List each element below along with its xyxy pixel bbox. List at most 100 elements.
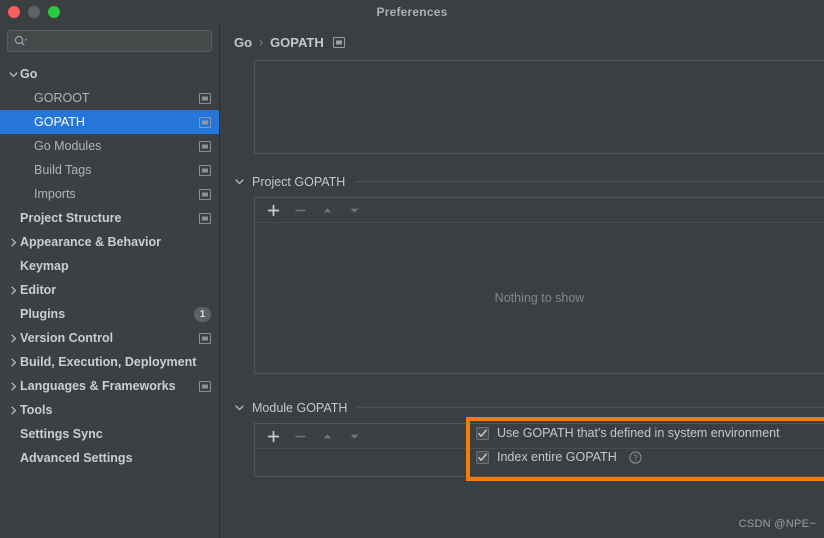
- sidebar-item-advanced-settings[interactable]: Advanced Settings: [0, 446, 219, 470]
- sidebar-item-label: GOPATH: [34, 115, 199, 129]
- search-input[interactable]: [32, 31, 205, 51]
- project-gopath-empty: Nothing to show: [255, 223, 824, 373]
- breadcrumb: Go › GOPATH: [220, 24, 824, 60]
- svg-text:?: ?: [633, 453, 638, 462]
- sidebar-item-label: Build Tags: [34, 163, 199, 177]
- sidebar-item-settings-sync[interactable]: Settings Sync: [0, 422, 219, 446]
- sidebar-item-label: Settings Sync: [20, 427, 211, 441]
- search-container: [0, 24, 219, 59]
- chevron-down-icon[interactable]: [234, 176, 245, 187]
- module-settings-icon: [199, 141, 211, 152]
- module-settings-icon: [199, 333, 211, 344]
- sidebar-item-label: Tools: [20, 403, 211, 417]
- checkbox-label: Index entire GOPATH: [497, 450, 617, 464]
- sidebar-item-build-tags[interactable]: Build Tags: [0, 158, 219, 182]
- move-down-icon[interactable]: [348, 204, 361, 217]
- sidebar-item-tools[interactable]: Tools: [0, 398, 219, 422]
- remove-icon[interactable]: [294, 204, 307, 217]
- sidebar-item-editor[interactable]: Editor: [0, 278, 219, 302]
- minimize-button[interactable]: [28, 6, 40, 18]
- chevron-right-icon[interactable]: [6, 379, 20, 393]
- sidebar-item-label: Appearance & Behavior: [20, 235, 211, 249]
- section-rule: [357, 407, 824, 408]
- chevron-right-icon[interactable]: [6, 331, 20, 345]
- settings-sidebar: Go GOROOT GOPATH Go Modules Build Tags Import…: [0, 24, 220, 538]
- sidebar-item-goroot[interactable]: GOROOT: [0, 86, 219, 110]
- add-icon[interactable]: [267, 430, 280, 443]
- sidebar-item-label: Build, Execution, Deployment: [20, 355, 211, 369]
- tree-spacer: [6, 259, 20, 273]
- move-up-icon[interactable]: [321, 204, 334, 217]
- module-settings-icon: [199, 165, 211, 176]
- sidebar-item-label: Go: [20, 67, 211, 81]
- module-settings-icon: [199, 381, 211, 392]
- module-settings-icon: [199, 333, 211, 344]
- module-settings-icon: [199, 189, 211, 200]
- chevron-right-icon[interactable]: [6, 235, 20, 249]
- sidebar-item-go-modules[interactable]: Go Modules: [0, 134, 219, 158]
- sidebar-item-version-control[interactable]: Version Control: [0, 326, 219, 350]
- tree-spacer: [20, 91, 34, 105]
- settings-tree: Go GOROOT GOPATH Go Modules Build Tags Import…: [0, 59, 219, 538]
- module-settings-icon: [199, 117, 211, 128]
- sidebar-item-plugins[interactable]: Plugins1: [0, 302, 219, 326]
- zoom-button[interactable]: [48, 6, 60, 18]
- add-icon[interactable]: [267, 204, 280, 217]
- sidebar-item-label: Editor: [20, 283, 211, 297]
- module-settings-icon: [199, 165, 211, 176]
- module-settings-icon: [199, 93, 211, 104]
- section-header-module-gopath[interactable]: Module GOPATH: [234, 399, 824, 416]
- move-up-icon[interactable]: [321, 430, 334, 443]
- module-settings-icon: [199, 93, 211, 104]
- search-field[interactable]: [7, 30, 212, 52]
- sidebar-item-build-execution-deployment[interactable]: Build, Execution, Deployment: [0, 350, 219, 374]
- sidebar-item-imports[interactable]: Imports: [0, 182, 219, 206]
- breadcrumb-separator: ›: [259, 35, 263, 49]
- settings-content: Go › GOPATH Project GOPATH: [220, 24, 824, 538]
- module-settings-icon: [199, 213, 211, 224]
- chevron-right-icon[interactable]: [6, 283, 20, 297]
- project-gopath-toolbar: [255, 198, 824, 223]
- move-down-icon[interactable]: [348, 430, 361, 443]
- breadcrumb-current: GOPATH: [270, 35, 324, 50]
- preferences-window: Preferences GoGOROOTGOPATHGo ModulesBuil: [0, 0, 824, 538]
- section-rule: [355, 181, 824, 182]
- checkbox-use-system-gopath[interactable]: [476, 427, 489, 440]
- search-icon: [14, 35, 28, 47]
- sidebar-item-gopath[interactable]: GOPATH: [0, 110, 219, 134]
- sidebar-item-languages-frameworks[interactable]: Languages & Frameworks: [0, 374, 219, 398]
- tree-spacer: [20, 163, 34, 177]
- window-controls: [8, 0, 60, 24]
- module-settings-icon: [199, 381, 211, 392]
- breadcrumb-root[interactable]: Go: [234, 35, 252, 50]
- section-header-project-gopath[interactable]: Project GOPATH: [234, 173, 824, 190]
- section-title: Project GOPATH: [252, 175, 345, 189]
- checkbox-row[interactable]: Index entire GOPATH?: [476, 448, 824, 466]
- plugins-update-badge: 1: [194, 307, 211, 322]
- chevron-down-icon[interactable]: [6, 67, 20, 81]
- remove-icon[interactable]: [294, 430, 307, 443]
- checkbox-index-entire-gopath[interactable]: [476, 451, 489, 464]
- module-settings-icon: [199, 213, 211, 224]
- sidebar-item-keymap[interactable]: Keymap: [0, 254, 219, 278]
- tree-spacer: [6, 307, 20, 321]
- sidebar-item-project-structure[interactable]: Project Structure: [0, 206, 219, 230]
- sidebar-item-go[interactable]: Go: [0, 62, 219, 86]
- gopath-options: Use GOPATH that's defined in system envi…: [476, 424, 824, 466]
- sidebar-item-label: Version Control: [20, 331, 199, 345]
- sidebar-item-label: Project Structure: [20, 211, 199, 225]
- tree-spacer: [6, 427, 20, 441]
- tree-spacer: [6, 451, 20, 465]
- tree-spacer: [20, 115, 34, 129]
- chevron-right-icon[interactable]: [6, 403, 20, 417]
- chevron-right-icon[interactable]: [6, 355, 20, 369]
- close-button[interactable]: [8, 6, 20, 18]
- checkbox-row[interactable]: Use GOPATH that's defined in system envi…: [476, 424, 824, 442]
- sidebar-item-appearance-behavior[interactable]: Appearance & Behavior: [0, 230, 219, 254]
- chevron-down-icon[interactable]: [234, 402, 245, 413]
- help-icon[interactable]: ?: [629, 451, 642, 464]
- sidebar-item-label: Go Modules: [34, 139, 199, 153]
- sidebar-item-label: Plugins: [20, 307, 194, 321]
- section-project-gopath: Project GOPATH: [220, 173, 824, 374]
- checkbox-label: Use GOPATH that's defined in system envi…: [497, 426, 780, 440]
